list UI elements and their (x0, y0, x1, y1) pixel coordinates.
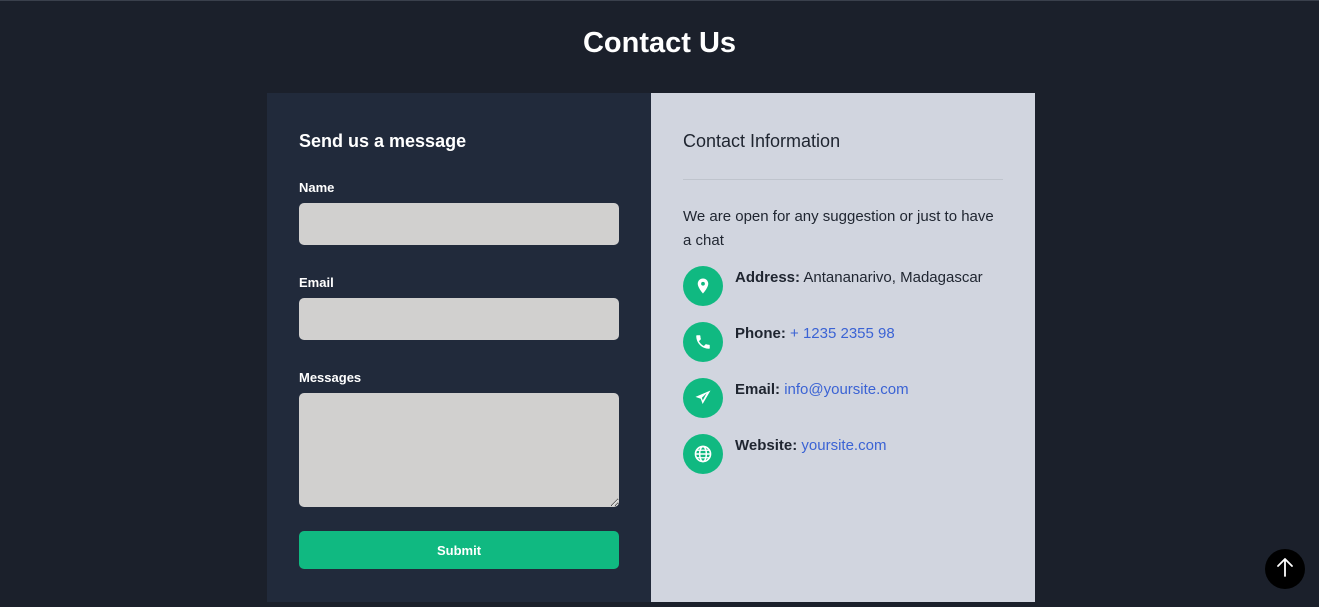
address-row: Address: Antananarivo, Madagascar (683, 266, 1003, 306)
info-heading: Contact Information (683, 131, 841, 151)
page-title: Contact Us (582, 27, 737, 59)
phone-link[interactable]: + 1235 2355 98 (790, 325, 895, 342)
name-label: Name (299, 180, 335, 195)
phone-key: Phone: (735, 325, 786, 342)
email-key: Email: (735, 381, 781, 398)
submit-button[interactable]: Submit (299, 531, 619, 569)
phone-line: Phone: + 1235 2355 98 (735, 322, 895, 346)
email-link[interactable]: info@yoursite.com (784, 381, 908, 398)
paper-plane-icon (683, 378, 723, 418)
form-heading: Send us a message (299, 131, 467, 151)
address-key: Address: (735, 269, 801, 286)
contact-form: Send us a message Name Email Messages Su… (267, 93, 651, 602)
email-label: Email (299, 275, 334, 290)
address-line: Address: Antananarivo, Madagascar (735, 266, 983, 290)
contact-card: Send us a message Name Email Messages Su… (267, 93, 1035, 602)
website-link[interactable]: yoursite.com (801, 437, 886, 454)
email-row: Email: info@yoursite.com (683, 378, 1003, 418)
messages-label: Messages (299, 370, 362, 385)
email-line: Email: info@yoursite.com (735, 378, 909, 402)
phone-row: Phone: + 1235 2355 98 (683, 322, 1003, 362)
phone-icon (683, 322, 723, 362)
map-pin-icon (683, 266, 723, 306)
messages-textarea[interactable] (299, 393, 619, 507)
contact-info-panel: Contact Information We are open for any … (651, 93, 1035, 602)
website-line: Website: yoursite.com (735, 434, 886, 458)
website-row: Website: yoursite.com (683, 434, 1003, 474)
divider (683, 179, 1003, 180)
website-key: Website: (735, 437, 798, 454)
name-input[interactable] (299, 203, 619, 245)
address-value: Antananarivo, Madagascar (803, 269, 983, 286)
scroll-to-top-button[interactable] (1265, 549, 1305, 589)
email-input[interactable] (299, 298, 619, 340)
globe-icon (683, 434, 723, 474)
arrow-up-icon (1275, 556, 1295, 583)
info-intro: We are open for any suggestion or just t… (683, 208, 994, 249)
